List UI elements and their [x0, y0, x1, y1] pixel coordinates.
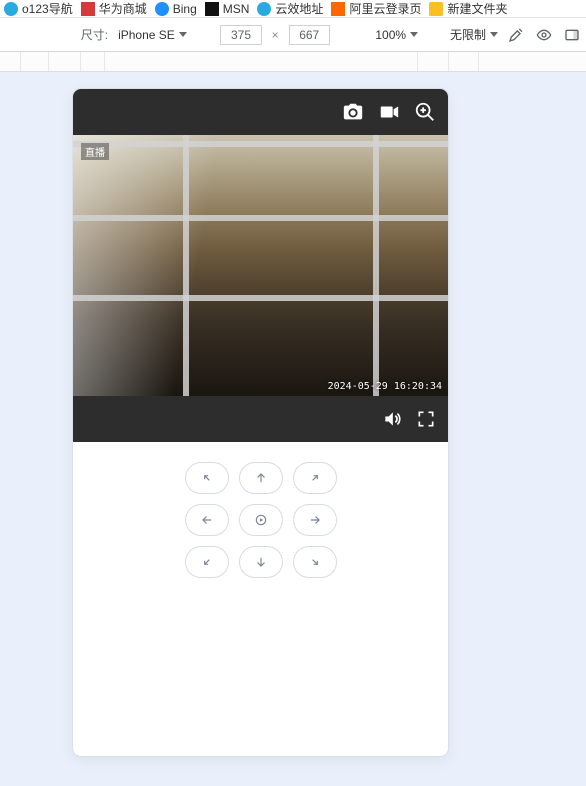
arrow-left-icon	[200, 513, 214, 527]
throttle-value: 无限制	[450, 26, 486, 43]
zoom-select[interactable]: 100%	[375, 28, 418, 42]
fullscreen-button[interactable]	[416, 409, 436, 429]
live-badge: 直播	[81, 143, 109, 160]
bookmark-item[interactable]: 华为商城	[81, 0, 147, 17]
play-circle-icon	[254, 513, 268, 527]
caret-down-icon	[490, 32, 498, 37]
site-favicon-icon	[81, 2, 95, 16]
bookmark-label: 新建文件夹	[447, 0, 507, 17]
size-label: 尺寸:	[81, 26, 108, 43]
device-select[interactable]: iPhone SE	[118, 28, 187, 42]
zoom-in-button[interactable]	[414, 101, 436, 123]
arrow-up-left-icon	[200, 471, 214, 485]
eye-icon	[536, 27, 552, 43]
eyedropper-icon	[508, 27, 524, 43]
site-favicon-icon	[4, 2, 18, 16]
arrow-right-icon	[308, 513, 322, 527]
snapshot-button[interactable]	[342, 101, 364, 123]
bookmark-label: o123导航	[22, 0, 73, 17]
bookmarks-bar: o123导航 华为商城 Bing MSN 云效地址 阿里云登录页 新建文件夹	[0, 0, 586, 18]
speaker-icon	[382, 409, 402, 429]
arrow-down-icon	[254, 555, 268, 569]
video-image	[73, 135, 448, 396]
times-label: ×	[272, 28, 279, 42]
device-frame: 直播 2024-05-29 16:20:34	[73, 89, 448, 756]
camera-icon	[342, 101, 364, 123]
ptz-right[interactable]	[293, 504, 337, 536]
record-button[interactable]	[378, 101, 400, 123]
devtools-device-toolbar: 尺寸: iPhone SE 375 × 667 100% 无限制	[0, 18, 586, 52]
bookmark-item[interactable]: MSN	[205, 2, 250, 16]
ptz-up-left[interactable]	[185, 462, 229, 494]
ruler-bar	[0, 52, 586, 72]
bookmark-item[interactable]: 云效地址	[257, 0, 323, 17]
fullscreen-icon	[416, 409, 436, 429]
bookmark-item[interactable]: o123导航	[4, 0, 73, 17]
height-input[interactable]: 667	[289, 25, 330, 45]
bookmark-label: Bing	[173, 2, 197, 16]
device-stage: 直播 2024-05-29 16:20:34	[0, 72, 586, 786]
ptz-down-left[interactable]	[185, 546, 229, 578]
ptz-down[interactable]	[239, 546, 283, 578]
bookmark-label: MSN	[223, 2, 250, 16]
ptz-up[interactable]	[239, 462, 283, 494]
dock-icon	[564, 27, 580, 43]
folder-icon	[429, 2, 443, 16]
zoom-value: 100%	[375, 28, 406, 42]
caret-down-icon	[179, 32, 187, 37]
preview-button[interactable]	[536, 27, 552, 43]
width-input[interactable]: 375	[220, 25, 261, 45]
ptz-panel	[73, 442, 448, 578]
arrow-down-right-icon	[308, 555, 322, 569]
bookmark-item[interactable]: 阿里云登录页	[331, 0, 421, 17]
arrow-down-left-icon	[200, 555, 214, 569]
arrow-up-right-icon	[308, 471, 322, 485]
ptz-up-right[interactable]	[293, 462, 337, 494]
ptz-center-play[interactable]	[239, 504, 283, 536]
site-favicon-icon	[257, 2, 271, 16]
ptz-left[interactable]	[185, 504, 229, 536]
dock-button[interactable]	[564, 27, 580, 43]
bookmark-item[interactable]: 新建文件夹	[429, 0, 507, 17]
site-favicon-icon	[205, 2, 219, 16]
zoom-in-icon	[414, 101, 436, 123]
site-favicon-icon	[331, 2, 345, 16]
live-video-feed[interactable]: 直播 2024-05-29 16:20:34	[73, 135, 448, 396]
bookmark-label: 华为商城	[99, 0, 147, 17]
bookmark-label: 云效地址	[275, 0, 323, 17]
camera-top-bar	[73, 89, 448, 135]
video-timestamp: 2024-05-29 16:20:34	[328, 381, 442, 392]
bookmark-item[interactable]: Bing	[155, 2, 197, 16]
caret-down-icon	[410, 32, 418, 37]
video-icon	[378, 101, 400, 123]
device-name: iPhone SE	[118, 28, 175, 42]
audio-button[interactable]	[382, 409, 402, 429]
camera-bottom-bar	[73, 396, 448, 442]
bookmark-label: 阿里云登录页	[349, 0, 421, 17]
ptz-down-right[interactable]	[293, 546, 337, 578]
site-favicon-icon	[155, 2, 169, 16]
throttle-select[interactable]: 无限制	[450, 26, 498, 43]
eyedropper-button[interactable]	[508, 27, 524, 43]
arrow-up-icon	[254, 471, 268, 485]
